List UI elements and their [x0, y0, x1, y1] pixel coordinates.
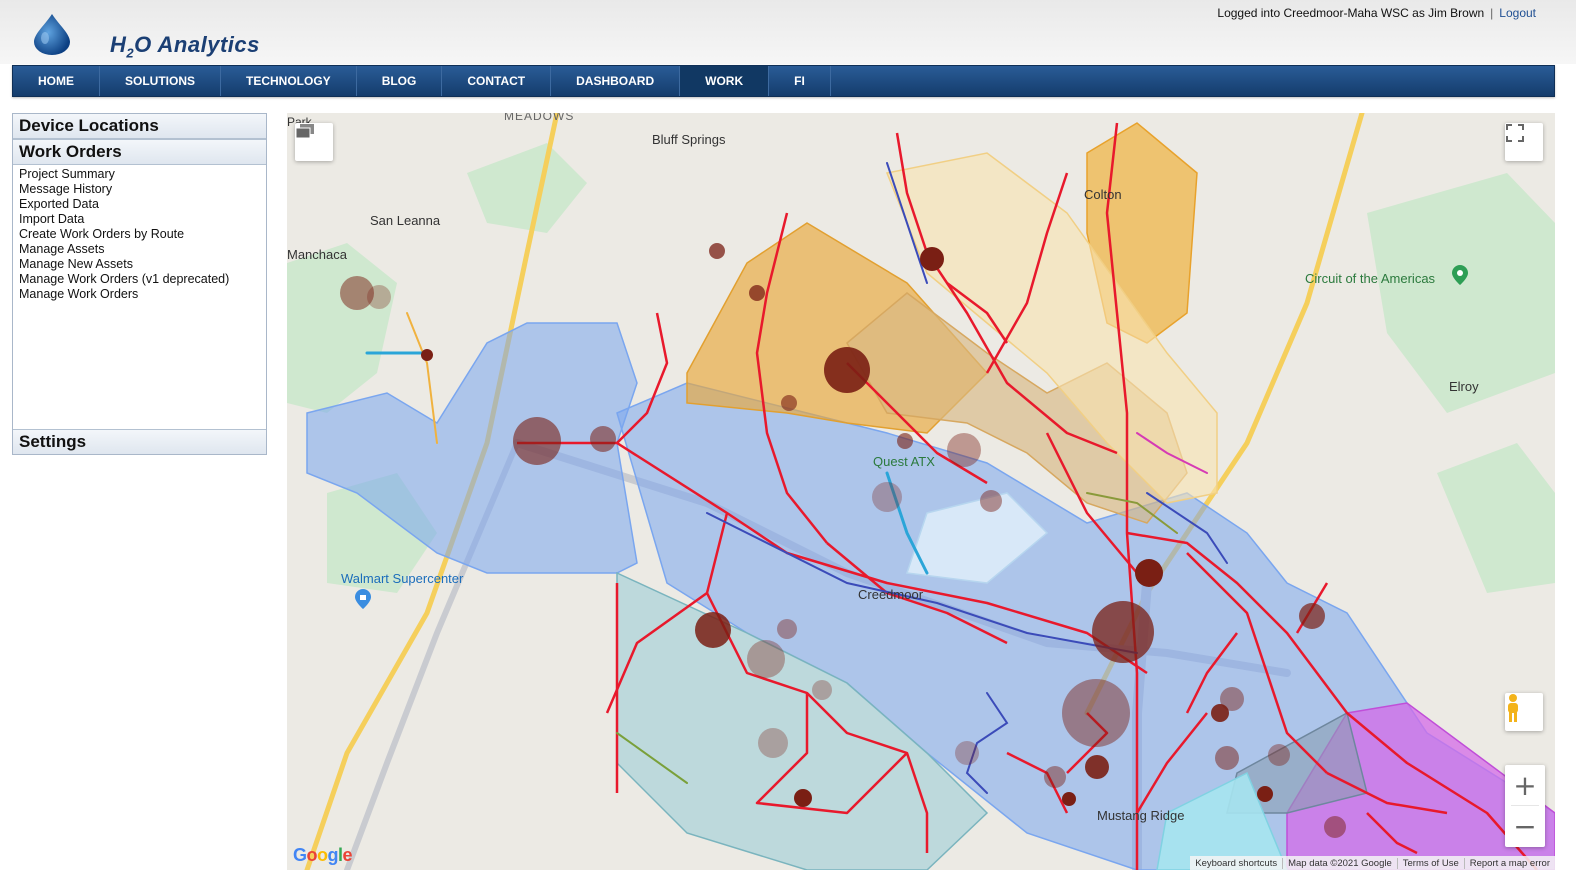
- place-meadows: MEADOWS: [504, 113, 575, 123]
- zoom-out-button[interactable]: −: [1505, 806, 1545, 846]
- place-colton: Colton: [1084, 187, 1122, 202]
- nav-home[interactable]: HOME: [13, 66, 100, 96]
- menu-manage-new-assets[interactable]: Manage New Assets: [19, 257, 266, 272]
- logout-link[interactable]: Logout: [1499, 6, 1536, 20]
- map-overlay: [287, 113, 1555, 870]
- brand-name: H2O Analytics: [110, 32, 260, 61]
- zoom-control: + −: [1505, 765, 1545, 847]
- menu-exported-data[interactable]: Exported Data: [19, 197, 266, 212]
- map-pin-icon[interactable]: [1452, 265, 1468, 285]
- divider: |: [1490, 6, 1494, 20]
- zoom-in-button[interactable]: +: [1505, 765, 1545, 805]
- google-logo: Google: [293, 845, 353, 865]
- accordion-device-locations[interactable]: Device Locations: [13, 114, 266, 139]
- place-elroy: Elroy: [1449, 379, 1479, 394]
- login-status: Logged into Creedmoor-Maha WSC as Jim Br…: [1217, 6, 1485, 20]
- terms-link[interactable]: Terms of Use: [1396, 857, 1464, 869]
- fullscreen-icon: [1506, 124, 1524, 142]
- place-manchaca: Manchaca: [287, 247, 347, 262]
- place-walmart[interactable]: Walmart Supercenter: [341, 571, 463, 586]
- map-data-text: Map data ©2021 Google: [1282, 857, 1397, 869]
- place-circuit-of-the-americas[interactable]: Circuit of the Americas: [1305, 271, 1435, 286]
- nav-blog[interactable]: BLOG: [357, 66, 443, 96]
- place-mustang-ridge: Mustang Ridge: [1097, 808, 1185, 823]
- place-san-leanna: San Leanna: [370, 213, 441, 228]
- menu-message-history[interactable]: Message History: [19, 182, 266, 197]
- fullscreen-button[interactable]: [1505, 123, 1543, 161]
- menu-manage-assets[interactable]: Manage Assets: [19, 242, 266, 257]
- accordion-work-orders[interactable]: Work Orders: [13, 139, 266, 165]
- menu-import-data[interactable]: Import Data: [19, 212, 266, 227]
- place-bluff-springs: Bluff Springs: [652, 132, 726, 147]
- accordion-settings[interactable]: Settings: [13, 429, 266, 454]
- place-creedmoor: Creedmoor: [858, 587, 924, 602]
- place-quest-atx[interactable]: Quest ATX: [873, 454, 935, 469]
- menu-project-summary[interactable]: Project Summary: [19, 167, 266, 182]
- shopping-pin-icon[interactable]: [355, 589, 371, 609]
- main-nav: HOME SOLUTIONS TECHNOLOGY BLOG CONTACT D…: [12, 65, 1555, 97]
- work-orders-menu: Project Summary Message History Exported…: [13, 165, 266, 426]
- nav-work[interactable]: WORK: [680, 66, 770, 96]
- brand-logo[interactable]: H2O Analytics: [30, 12, 290, 60]
- nav-technology[interactable]: TECHNOLOGY: [221, 66, 357, 96]
- map-canvas[interactable]: MEADOWS Bluff Springs San Leanna Manchac…: [287, 113, 1555, 870]
- nav-solutions[interactable]: SOLUTIONS: [100, 66, 222, 96]
- layers-icon: [295, 124, 314, 139]
- sidebar-accordion: Device Locations Work Orders Project Sum…: [12, 113, 267, 455]
- user-bar: Logged into Creedmoor-Maha WSC as Jim Br…: [1217, 6, 1536, 20]
- menu-manage-work-orders-v1[interactable]: Manage Work Orders (v1 deprecated): [19, 272, 266, 287]
- service-zones: [306, 122, 1555, 870]
- street-view-button[interactable]: [1505, 693, 1543, 731]
- menu-manage-work-orders[interactable]: Manage Work Orders: [19, 287, 266, 302]
- map-attribution: Keyboard shortcuts Map data ©2021 Google…: [1190, 856, 1555, 870]
- layers-button[interactable]: [295, 123, 333, 161]
- page-header: H2O Analytics Logged into Creedmoor-Maha…: [0, 0, 1576, 64]
- keyboard-shortcuts-link[interactable]: Keyboard shortcuts: [1190, 858, 1282, 869]
- nav-contact[interactable]: CONTACT: [442, 66, 552, 96]
- report-error-link[interactable]: Report a map error: [1463, 857, 1555, 869]
- water-drop-icon: [34, 14, 70, 55]
- pegman-icon: [1508, 694, 1518, 722]
- menu-create-work-orders-by-route[interactable]: Create Work Orders by Route: [19, 227, 266, 242]
- nav-fi[interactable]: FI: [769, 66, 831, 96]
- nav-dashboard[interactable]: DASHBOARD: [551, 66, 681, 96]
